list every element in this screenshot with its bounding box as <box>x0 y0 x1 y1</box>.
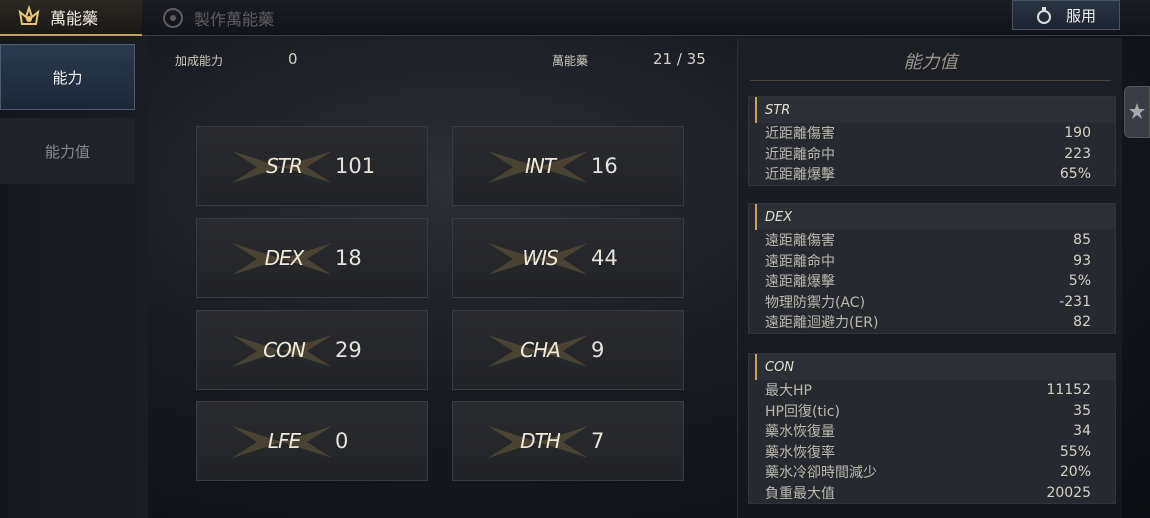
use-button-label: 服用 <box>1065 6 1096 25</box>
sidebar-item-label: 能力值 <box>44 142 90 161</box>
stat-card-cha[interactable]: CHA 9 <box>452 310 684 390</box>
row-value: 223 <box>1064 145 1091 162</box>
row-value: 85 <box>1073 232 1091 249</box>
row-label: 藥水冷卻時間減少 <box>765 465 877 482</box>
craft-icon <box>163 8 183 28</box>
stat-name: LFE <box>267 429 301 453</box>
row-value: -231 <box>1059 293 1091 310</box>
row-label: HP回復(tic) <box>765 403 840 420</box>
sidebar-item-ability-values[interactable]: 能力值 <box>0 118 135 184</box>
stat-name: STR <box>266 154 303 178</box>
row-value: 82 <box>1073 314 1091 331</box>
stat-row: 藥水恢復率 55% <box>749 442 1115 463</box>
stat-row: 遠距離迴避力(ER) 82 <box>749 312 1115 333</box>
sidebar-item-label: 能力 <box>52 68 83 87</box>
stat-card-str[interactable]: STR 101 <box>196 126 428 206</box>
stat-value: 0 <box>335 429 349 453</box>
bonus-label: 加成能力 <box>175 54 224 68</box>
stat-card-con[interactable]: CON 29 <box>196 310 428 390</box>
group-header: CON <box>755 354 1115 380</box>
stat-value: 9 <box>591 338 605 362</box>
ability-values-panel: 能力值 STR 近距離傷害 190 近距離命中 223 近距離爆擊 65% DEX 遠… <box>737 38 1122 518</box>
row-label: 藥水恢復量 <box>765 424 835 441</box>
side-expand-tab[interactable] <box>1124 86 1150 138</box>
row-value: 190 <box>1064 125 1091 142</box>
stat-name: INT <box>524 154 556 178</box>
sidebar: 能力 能力值 <box>0 36 148 518</box>
stat-value: 44 <box>591 246 618 270</box>
row-value: 5% <box>1068 273 1091 290</box>
row-label: 負重最大值 <box>765 485 835 502</box>
stat-card-wis[interactable]: WIS 44 <box>452 218 684 298</box>
stat-row: HP回復(tic) 35 <box>749 401 1115 422</box>
stat-name: CON <box>263 338 306 362</box>
dex-group: DEX 遠距離傷害 85 遠距離命中 93 遠距離爆擊 5% 物理防禦力(AC) -23… <box>748 203 1116 334</box>
stat-card-lfe[interactable]: LFE 0 <box>196 401 428 481</box>
row-label: 近距離傷害 <box>765 126 835 143</box>
stat-name: CHA <box>520 338 561 362</box>
row-value: 20025 <box>1046 484 1091 501</box>
row-value: 55% <box>1059 443 1091 460</box>
star-icon <box>1129 103 1145 119</box>
stat-name: WIS <box>522 246 558 270</box>
row-value: 93 <box>1073 252 1091 269</box>
stat-name: DTH <box>520 429 561 453</box>
row-value: 11152 <box>1046 382 1091 399</box>
use-button[interactable]: 服用 <box>1012 0 1120 30</box>
tab-craft-elixir-label: 製作萬能藥 <box>194 10 275 29</box>
group-header: STR <box>755 97 1115 123</box>
row-value: 65% <box>1059 166 1091 183</box>
row-label: 近距離命中 <box>765 146 835 163</box>
bonus-value: 0 <box>288 50 298 68</box>
row-value: 35 <box>1073 402 1091 419</box>
group-header: DEX <box>755 204 1115 230</box>
stat-value: 16 <box>591 154 618 178</box>
con-group: CON 最大HP 11152 HP回復(tic) 35 藥水恢復量 34 藥水恢復率 5… <box>748 353 1116 504</box>
stat-card-dth[interactable]: DTH 7 <box>452 401 684 481</box>
tab-craft-elixir[interactable]: 製作萬能藥 <box>160 0 274 36</box>
tab-elixir-label: 萬能藥 <box>50 9 99 28</box>
row-label: 遠距離傷害 <box>765 233 835 250</box>
stat-value: 101 <box>335 154 376 178</box>
str-group: STR 近距離傷害 190 近距離命中 223 近距離爆擊 65% <box>748 96 1116 186</box>
stat-row: 藥水恢復量 34 <box>749 421 1115 442</box>
stat-row: 近距離命中 223 <box>749 144 1115 165</box>
elixir-count-label: 萬能藥 <box>552 54 589 68</box>
row-label: 最大HP <box>765 383 812 400</box>
panel-title: 能力值 <box>903 52 958 73</box>
stat-card-dex[interactable]: DEX 18 <box>196 218 428 298</box>
stat-row: 遠距離爆擊 5% <box>749 271 1115 292</box>
sidebar-item-ability[interactable]: 能力 <box>0 44 135 110</box>
stat-row: 近距離爆擊 65% <box>749 164 1115 185</box>
row-label: 藥水恢復率 <box>765 444 835 461</box>
stat-value: 18 <box>335 246 362 270</box>
stat-card-int[interactable]: INT 16 <box>452 126 684 206</box>
row-label: 遠距離迴避力(ER) <box>765 315 879 332</box>
row-label: 遠距離命中 <box>765 253 835 270</box>
stat-row: 藥水冷卻時間減少 20% <box>749 462 1115 483</box>
stat-row: 遠距離傷害 85 <box>749 230 1115 251</box>
elixir-count-value: 21 / 35 <box>653 50 706 68</box>
stat-row: 負重最大值 20025 <box>749 483 1115 504</box>
tab-elixir[interactable]: 萬能藥 <box>0 0 142 36</box>
row-label: 物理防禦力(AC) <box>765 294 866 311</box>
row-label: 遠距離爆擊 <box>765 274 835 291</box>
potion-icon <box>1036 7 1051 24</box>
stat-value: 7 <box>591 429 605 453</box>
title-divider <box>750 80 1111 81</box>
row-label: 近距離爆擊 <box>765 167 835 184</box>
row-value: 34 <box>1073 423 1091 440</box>
elixir-icon <box>18 4 40 25</box>
stat-row: 物理防禦力(AC) -231 <box>749 292 1115 313</box>
stat-value: 29 <box>335 338 362 362</box>
stat-row: 遠距離命中 93 <box>749 251 1115 272</box>
stat-name: DEX <box>264 246 305 270</box>
top-bar: 萬能藥 製作萬能藥 服用 <box>0 0 1150 36</box>
stat-row: 最大HP 11152 <box>749 380 1115 401</box>
stat-row: 近距離傷害 190 <box>749 123 1115 144</box>
row-value: 20% <box>1059 464 1091 481</box>
